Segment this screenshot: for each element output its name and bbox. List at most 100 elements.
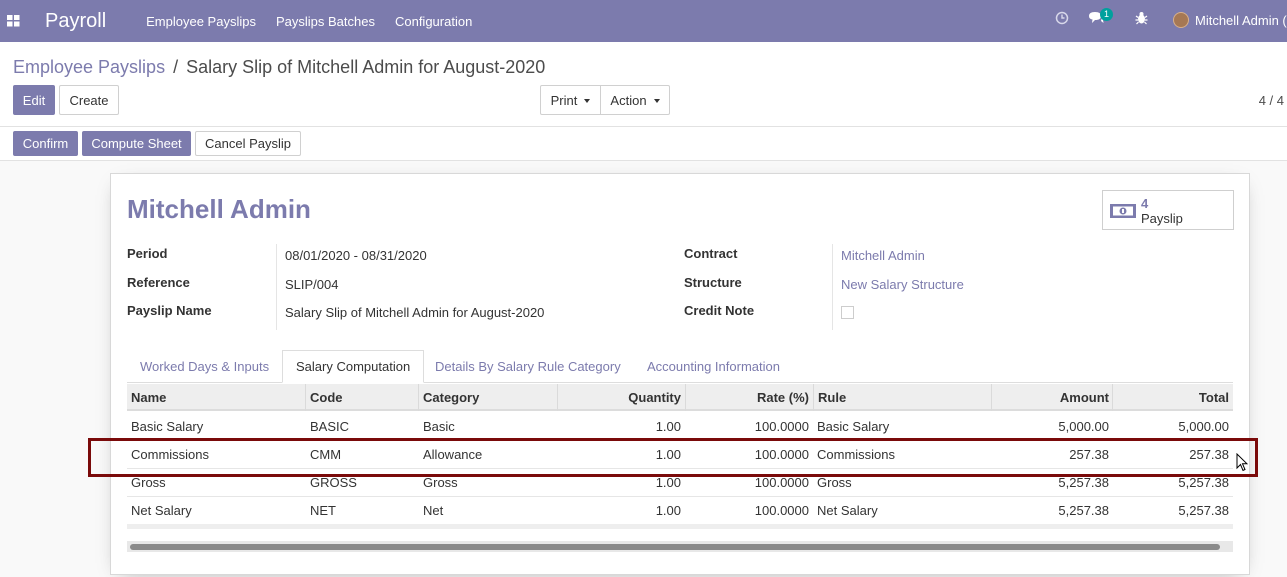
cell-rate: 100.0000 [754,419,809,434]
tab-worked-days-inputs[interactable]: Worked Days & Inputs [127,350,282,383]
horizontal-scrollbar[interactable] [127,541,1233,552]
payslip-smart-button[interactable]: 4 Payslip [1102,190,1234,230]
cell-amount: 5,257.38 [1058,475,1109,490]
cell-total: 5,000.00 [1178,419,1229,434]
table-row[interactable]: Basic Salary BASIC Basic 1.00 100.0000 B… [127,413,1233,441]
menu-payslips-batches[interactable]: Payslips Batches [276,14,375,29]
table-header: Name Code Category Quantity Rate (%) Rul… [127,384,1233,411]
column-header-quantity[interactable]: Quantity [558,384,681,411]
table-footer [127,524,1233,529]
cell-amount: 5,000.00 [1058,419,1109,434]
cell-name: Commissions [131,447,210,462]
cell-category: Basic [423,419,455,434]
top-navbar: Payroll Employee Payslips Payslips Batch… [0,0,1287,42]
cell-code: NET [310,503,336,518]
caret-down-icon [584,99,591,103]
cell-name: Basic Salary [131,419,204,434]
cell-rate: 100.0000 [754,447,809,462]
user-menu[interactable]: Mitchell Admin ( [1173,12,1287,28]
confirm-button[interactable]: Confirm [13,131,78,156]
column-header-rate[interactable]: Rate (%) [686,384,809,411]
column-header-code[interactable]: Code [310,384,343,411]
cell-quantity: 1.00 [655,447,681,462]
reference-label: Reference [127,275,190,290]
cell-total: 257.38 [1189,447,1229,462]
cell-category: Allowance [423,447,483,462]
caret-down-icon [653,99,660,103]
structure-link[interactable]: New Salary Structure [841,277,964,292]
menu-employee-payslips[interactable]: Employee Payslips [146,14,256,29]
contract-link[interactable]: Mitchell Admin [841,248,925,263]
cell-quantity: 1.00 [655,475,681,490]
cell-total: 5,257.38 [1178,503,1229,518]
cell-name: Net Salary [131,503,192,518]
divider [0,126,1287,127]
cell-rule: Net Salary [817,503,878,518]
app-brand[interactable]: Payroll [45,10,106,33]
contract-label: Contract [684,246,738,261]
period-label: Period [127,246,168,261]
chat-messages-icon[interactable]: 1 [1088,8,1114,28]
breadcrumb-parent-link[interactable]: Employee Payslips [13,57,165,77]
cell-rule: Basic Salary [817,419,890,434]
cell-name: Gross [131,475,166,490]
pager-value[interactable]: 4 / 4 [1259,93,1284,108]
cell-amount: 5,257.38 [1058,503,1109,518]
clock-activity-icon[interactable] [1055,11,1069,28]
action-label: Action [610,92,647,108]
table-row[interactable]: Gross GROSS Gross 1.00 100.0000 Gross 5,… [127,469,1233,497]
scrollbar-thumb[interactable] [130,544,1220,550]
user-name: Mitchell Admin ( [1195,12,1287,28]
credit-note-label: Credit Note [684,303,755,318]
cell-rate: 100.0000 [754,475,809,490]
print-dropdown-button[interactable]: Print [540,85,601,115]
cell-quantity: 1.00 [655,503,681,518]
compute-sheet-button[interactable]: Compute Sheet [82,131,191,156]
field-divider [832,244,833,330]
cell-category: Net [423,503,444,518]
payslip-count: 4 [1141,196,1149,211]
cancel-payslip-button[interactable]: Cancel Payslip [195,131,301,156]
cell-code: BASIC [310,419,350,434]
payslip-label: Payslip [1141,211,1183,226]
cell-rate: 100.0000 [754,503,809,518]
employee-name-title: Mitchell Admin [127,194,311,224]
table-row[interactable]: Commissions CMM Allowance 1.00 100.0000 … [127,441,1233,469]
reference-value: SLIP/004 [285,277,339,292]
mouse-cursor-icon [1236,452,1249,475]
avatar [1173,12,1189,28]
column-header-total[interactable]: Total [1113,384,1229,411]
apps-menu-icon[interactable] [7,0,33,42]
payslip-name-value: Salary Slip of Mitchell Admin for August… [285,305,545,320]
field-divider [276,244,277,330]
chat-badge: 1 [1100,8,1114,21]
edit-button[interactable]: Edit [13,85,55,115]
tab-details-by-category[interactable]: Details By Salary Rule Category [422,350,634,383]
column-header-category[interactable]: Category [423,384,479,411]
column-header-name[interactable]: Name [131,384,166,411]
structure-label: Structure [684,275,742,290]
period-value: 08/01/2020 - 08/31/2020 [285,248,427,263]
table-row[interactable]: Net Salary NET Net 1.00 100.0000 Net Sal… [127,497,1233,525]
cell-amount: 257.38 [1069,447,1109,462]
breadcrumb-current: Salary Slip of Mitchell Admin for August… [186,57,546,77]
tab-accounting-information[interactable]: Accounting Information [634,350,793,383]
bug-debug-icon[interactable] [1135,11,1148,28]
breadcrumb-separator: / [173,57,179,77]
column-header-rule[interactable]: Rule [818,384,846,411]
action-dropdown-button[interactable]: Action [600,85,670,115]
cell-rule: Commissions [817,447,896,462]
payslip-name-label: Payslip Name [127,303,212,318]
cell-category: Gross [423,475,458,490]
tab-salary-computation[interactable]: Salary Computation [282,350,425,383]
credit-note-checkbox[interactable] [841,306,854,319]
print-label: Print [550,92,578,108]
column-divider [418,384,419,411]
cell-code: CMM [310,447,342,462]
breadcrumb: Employee Payslips / Salary Slip of Mitch… [13,57,545,78]
column-divider [813,384,814,411]
column-divider [305,384,306,411]
menu-configuration[interactable]: Configuration [395,14,472,29]
create-button[interactable]: Create [59,85,119,115]
column-header-amount[interactable]: Amount [992,384,1109,411]
